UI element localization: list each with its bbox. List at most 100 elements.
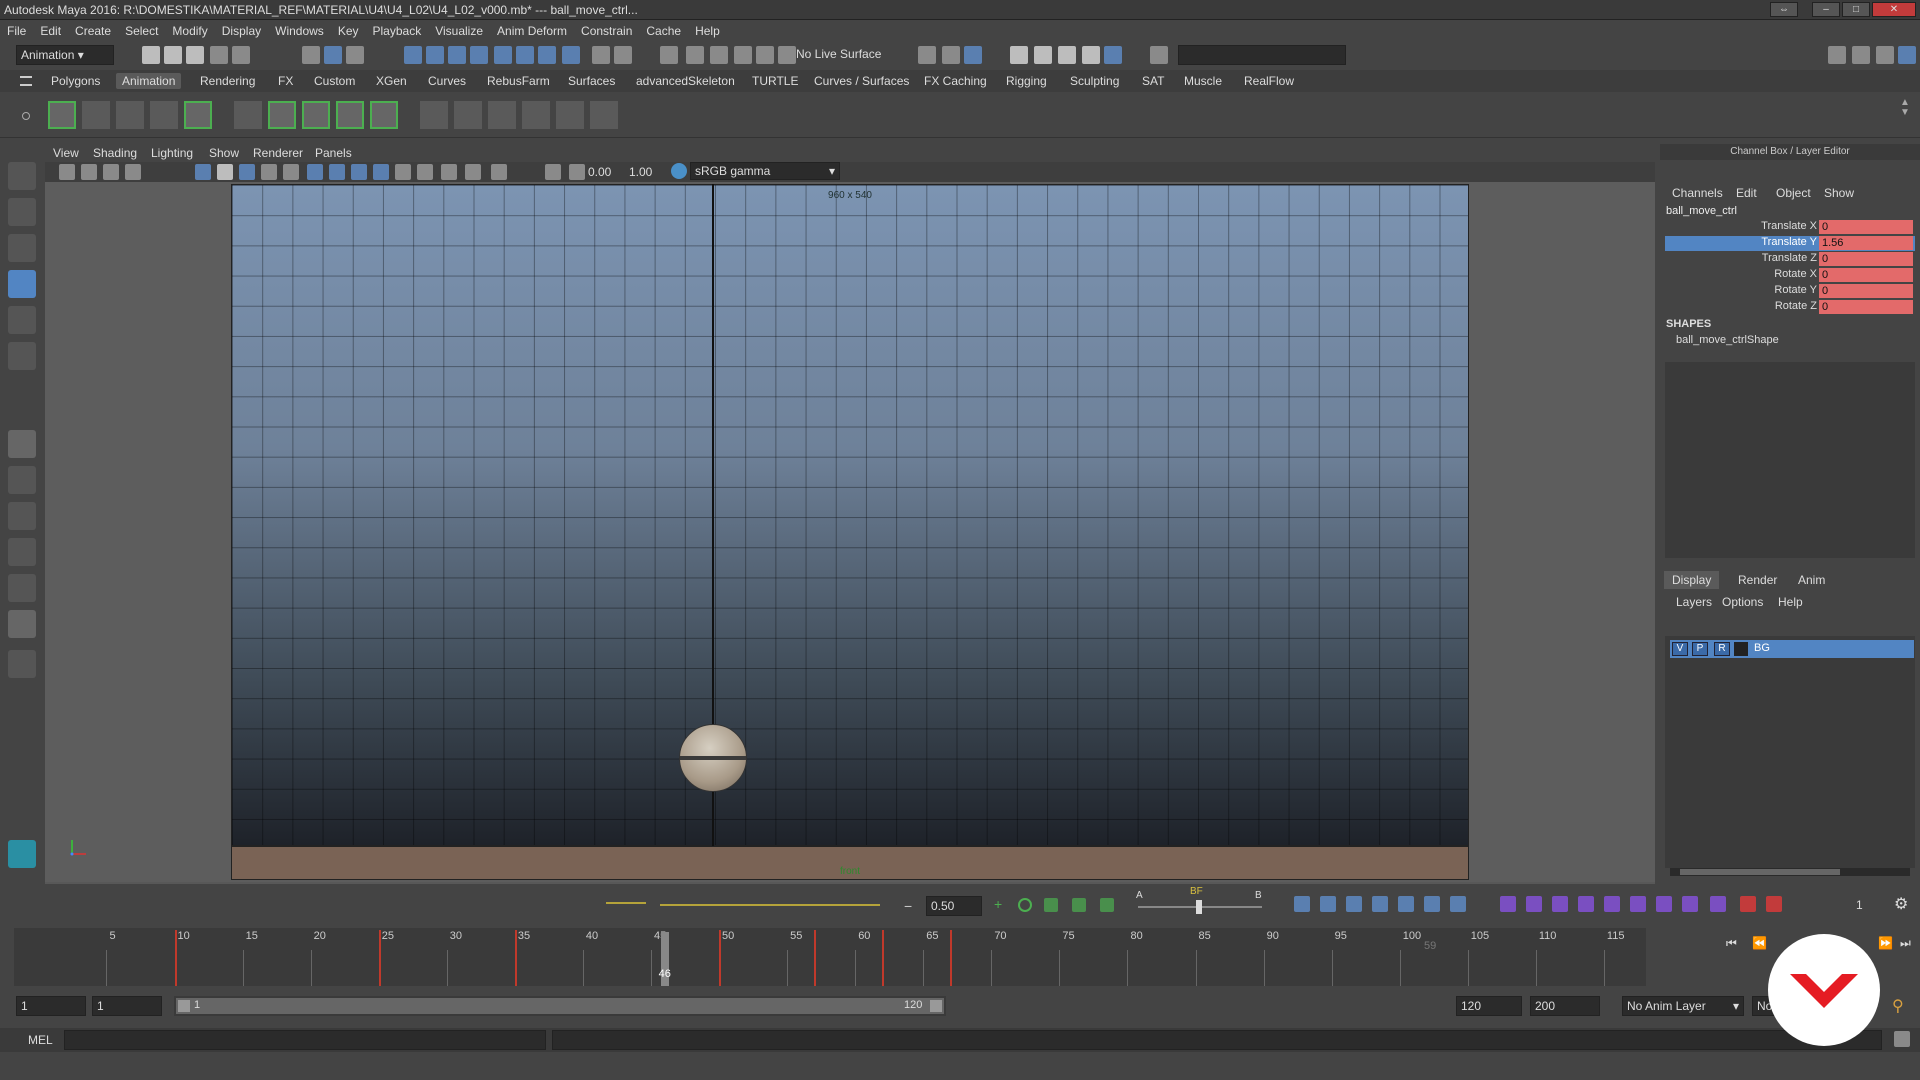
- input-ops-icon[interactable]: [562, 46, 580, 64]
- go-to-end-icon[interactable]: ⏭: [1900, 936, 1911, 951]
- snap-curve-icon[interactable]: [426, 46, 444, 64]
- attr-translate-z[interactable]: Translate Z0: [1665, 252, 1915, 267]
- keyframe-marker[interactable]: [514, 930, 517, 986]
- range-start-handle[interactable]: [178, 1000, 190, 1012]
- snap-point-icon[interactable]: [448, 46, 466, 64]
- cb-menu-channels[interactable]: Channels: [1672, 186, 1723, 200]
- attr-value[interactable]: 0: [1819, 300, 1913, 314]
- shape-name[interactable]: ball_move_ctrlShape: [1676, 334, 1779, 346]
- tangent-clamped-icon[interactable]: [1346, 896, 1362, 912]
- attr-value[interactable]: 0: [1819, 268, 1913, 282]
- render-settings-icon[interactable]: [1010, 46, 1028, 64]
- tab-animation[interactable]: Animation: [116, 73, 182, 89]
- menu-help[interactable]: Help: [688, 20, 727, 42]
- render-globals-icon[interactable]: [1058, 46, 1076, 64]
- keyframe-marker[interactable]: [814, 930, 817, 986]
- render-icon[interactable]: [942, 46, 960, 64]
- buffer-curve-icon[interactable]: [1656, 896, 1672, 912]
- snap-surface-icon[interactable]: [470, 46, 488, 64]
- graph-editor-icon[interactable]: [82, 101, 110, 129]
- layer-color-swatch[interactable]: [1734, 642, 1748, 656]
- anim-layer-dropdown[interactable]: No Anim Layer ▾: [1622, 996, 1744, 1016]
- script-editor-icon[interactable]: [1894, 1031, 1910, 1047]
- snap-grid-icon[interactable]: [404, 46, 422, 64]
- gamma-icon[interactable]: [569, 164, 585, 180]
- pivot-icon[interactable]: [1710, 896, 1726, 912]
- playback-end-field[interactable]: 120: [1456, 996, 1522, 1016]
- dope-sheet-icon[interactable]: [184, 101, 212, 129]
- quick-select-field[interactable]: [1178, 45, 1346, 65]
- tangent-linear-icon[interactable]: [1320, 896, 1336, 912]
- menu-key[interactable]: Key: [331, 20, 366, 42]
- reset-icon[interactable]: [1018, 898, 1032, 912]
- auto-key-icon[interactable]: ⚲: [1892, 996, 1904, 1016]
- xray-icon[interactable]: [465, 164, 481, 180]
- rotate-tool-icon[interactable]: [8, 306, 36, 334]
- tab-polygons[interactable]: Polygons: [45, 73, 106, 89]
- tangent-auto-icon[interactable]: [1450, 896, 1466, 912]
- key-lock-icon[interactable]: [1630, 896, 1646, 912]
- tab-curves-surfaces[interactable]: Curves / Surfaces: [808, 73, 915, 89]
- layer-menu-options[interactable]: Options: [1722, 595, 1763, 609]
- four-view-icon[interactable]: [8, 466, 36, 494]
- tab-rigging[interactable]: Rigging: [1000, 73, 1053, 89]
- close-button[interactable]: ✕: [1872, 2, 1916, 17]
- gamma-value[interactable]: 1.00: [629, 165, 652, 179]
- ghost-select-icon[interactable]: [1044, 898, 1058, 912]
- time-slider[interactable]: 59 5101520253035404550556065707580859095…: [14, 928, 1693, 986]
- use-all-lights-icon[interactable]: [395, 164, 411, 180]
- channel-box-icon[interactable]: [1898, 46, 1916, 64]
- attribute-editor-icon[interactable]: [1852, 46, 1870, 64]
- render-view-icon[interactable]: [918, 46, 936, 64]
- attr-rotate-y[interactable]: Rotate Y0: [1665, 284, 1915, 299]
- symmetry-icon[interactable]: [686, 46, 704, 64]
- panel-menu-panels[interactable]: Panels: [315, 146, 352, 160]
- tab-xgen[interactable]: XGen: [370, 73, 413, 89]
- layer-visible-toggle[interactable]: V: [1672, 642, 1688, 656]
- menu-cache[interactable]: Cache: [639, 20, 688, 42]
- isolate-select-icon[interactable]: [441, 164, 457, 180]
- key-stats-icon[interactable]: [1500, 896, 1516, 912]
- default-lighting-icon[interactable]: [351, 164, 367, 180]
- command-input[interactable]: [64, 1030, 546, 1050]
- keyframe-marker[interactable]: [719, 930, 722, 986]
- lattice-icon[interactable]: [590, 101, 618, 129]
- tab-rebusfarm[interactable]: RebusFarm: [481, 73, 556, 89]
- range-track[interactable]: 1 120: [174, 996, 946, 1016]
- persp-outliner-icon[interactable]: [8, 538, 36, 566]
- end-time-field[interactable]: 200: [1530, 996, 1600, 1016]
- range-end-handle[interactable]: [930, 1000, 942, 1012]
- bookmark-icon[interactable]: [103, 164, 119, 180]
- tangent-spline-icon[interactable]: [1294, 896, 1310, 912]
- key-align-icon[interactable]: [1526, 896, 1542, 912]
- render-preview-icon[interactable]: [1104, 46, 1122, 64]
- maximize-button[interactable]: □: [1842, 2, 1870, 17]
- tab-advancedskeleton[interactable]: advancedSkeleton: [630, 73, 741, 89]
- menu-constrain[interactable]: Constrain: [574, 20, 639, 42]
- panel-menu-shading[interactable]: Shading: [93, 146, 137, 160]
- tangent-stepped-icon[interactable]: [1372, 896, 1388, 912]
- tab-fx-caching[interactable]: FX Caching: [918, 73, 993, 89]
- menu-set-dropdown[interactable]: Animation ▾: [16, 45, 114, 65]
- create-joint-icon[interactable]: [234, 101, 262, 129]
- smooth-shade-icon[interactable]: [329, 164, 345, 180]
- layer-row-bg[interactable]: V P R BG: [1670, 640, 1914, 658]
- tab-muscle[interactable]: Muscle: [1178, 73, 1228, 89]
- color-management-icon[interactable]: [671, 163, 687, 179]
- pole-vector-icon[interactable]: [488, 101, 516, 129]
- ik-handle-icon[interactable]: [268, 101, 296, 129]
- keyframe-marker[interactable]: [950, 930, 953, 986]
- smooth-bind-icon[interactable]: [522, 101, 550, 129]
- tab-sculpting[interactable]: Sculpting: [1064, 73, 1125, 89]
- new-scene-icon[interactable]: [142, 46, 160, 64]
- redo-icon[interactable]: [232, 46, 250, 64]
- panel-menu-view[interactable]: View: [53, 146, 79, 160]
- break-tangent-icon[interactable]: [1740, 896, 1756, 912]
- range-bar[interactable]: [176, 998, 944, 1014]
- keyframe-marker[interactable]: [378, 930, 381, 986]
- shadows-icon[interactable]: [417, 164, 433, 180]
- resolution-gate-icon[interactable]: [239, 164, 255, 180]
- layer-scrollbar[interactable]: [1670, 868, 1910, 876]
- scale-tool-icon[interactable]: [8, 342, 36, 370]
- layer-name[interactable]: BG: [1754, 642, 1770, 654]
